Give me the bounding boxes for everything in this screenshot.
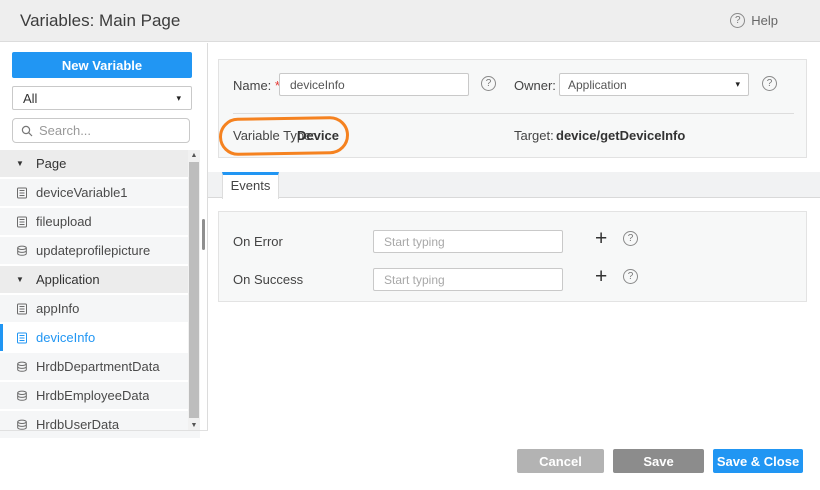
tree-section-application[interactable]: ▼ Application <box>0 266 200 293</box>
tree-item-updateprofilepicture[interactable]: updateprofilepicture <box>0 237 200 264</box>
chevron-down-icon: ▾ <box>176 93 181 104</box>
tree-item-devicevariable1[interactable]: deviceVariable1 <box>0 179 200 206</box>
tree-item-hrdbuserdata[interactable]: HrdbUserData <box>0 411 200 438</box>
filter-selected-value: All <box>23 91 37 106</box>
device-variable-icon <box>16 187 28 199</box>
tree-scrollbar[interactable]: ▲ ▼ <box>188 150 200 431</box>
name-help-icon[interactable]: ? <box>481 76 496 91</box>
tree-item-hrdbemployeedata[interactable]: HrdbEmployeeData <box>0 382 200 409</box>
tree-item-hrdbdepartmentdata[interactable]: HrdbDepartmentData <box>0 353 200 380</box>
tree-section-label: Application <box>36 272 100 287</box>
device-variable-icon <box>16 332 28 344</box>
device-variable-icon <box>16 216 28 228</box>
search-input[interactable] <box>39 123 181 138</box>
tab-events[interactable]: Events <box>222 172 279 199</box>
service-variable-icon <box>16 245 28 257</box>
page-title: Variables: Main Page <box>20 11 180 31</box>
scroll-up-icon[interactable]: ▲ <box>188 152 200 159</box>
search-icon <box>21 125 33 137</box>
tree-item-label: updateprofilepicture <box>36 243 150 258</box>
service-variable-icon <box>16 390 28 402</box>
variable-tree: ▼ Page deviceVariable1 fileupload update… <box>0 150 200 440</box>
help-button[interactable]: ? Help <box>730 13 778 28</box>
tab-bar <box>208 172 820 198</box>
owner-selected-value: Application <box>568 78 627 92</box>
scroll-down-icon[interactable]: ▼ <box>188 422 200 429</box>
service-variable-icon <box>16 419 28 431</box>
target-label: Target: <box>514 128 554 144</box>
on-error-add-button[interactable]: + <box>595 227 607 251</box>
panel-scrollbar-thumb[interactable] <box>202 219 205 250</box>
tree-item-label: deviceInfo <box>36 330 95 345</box>
cancel-button[interactable]: Cancel <box>517 449 604 473</box>
on-success-input[interactable] <box>373 268 563 291</box>
on-error-input[interactable] <box>373 230 563 253</box>
sidebar-divider <box>207 43 208 431</box>
owner-label: Owner: * <box>514 78 565 94</box>
collapse-icon: ▼ <box>16 159 28 168</box>
tree-item-label: HrdbDepartmentData <box>36 359 160 374</box>
on-error-label: On Error <box>233 234 283 250</box>
tree-item-label: HrdbEmployeeData <box>36 388 149 403</box>
tree-item-label: appInfo <box>36 301 79 316</box>
tree-section-page[interactable]: ▼ Page <box>0 150 200 177</box>
save-button[interactable]: Save <box>613 449 704 473</box>
on-success-label: On Success <box>233 272 303 288</box>
tree-item-fileupload[interactable]: fileupload <box>0 208 200 235</box>
help-label: Help <box>751 13 778 28</box>
save-and-close-button[interactable]: Save & Close <box>713 449 803 473</box>
tree-section-label: Page <box>36 156 66 171</box>
device-variable-icon <box>16 303 28 315</box>
form-divider <box>233 113 794 114</box>
name-input[interactable] <box>279 73 469 96</box>
events-panel: On Error + ? On Success + ? <box>218 211 807 302</box>
help-icon: ? <box>730 13 745 28</box>
target-value: device/getDeviceInfo <box>556 128 685 144</box>
service-variable-icon <box>16 361 28 373</box>
tree-item-deviceinfo-selected[interactable]: deviceInfo <box>0 324 200 351</box>
on-error-help-icon[interactable]: ? <box>623 231 638 246</box>
owner-select[interactable]: Application ▾ <box>559 73 749 96</box>
owner-help-icon[interactable]: ? <box>762 76 777 91</box>
on-success-add-button[interactable]: + <box>595 265 607 289</box>
new-variable-button[interactable]: New Variable <box>12 52 192 78</box>
tree-item-label: deviceVariable1 <box>36 185 128 200</box>
search-box <box>12 118 190 143</box>
tree-item-label: fileupload <box>36 214 92 229</box>
variable-filter-select[interactable]: All ▾ <box>12 86 192 110</box>
on-success-help-icon[interactable]: ? <box>623 269 638 284</box>
name-label: Name: * <box>233 78 280 94</box>
chevron-down-icon: ▾ <box>735 79 740 90</box>
tree-scrollbar-thumb[interactable] <box>189 162 199 418</box>
sidebar-bottom-border <box>0 430 208 431</box>
variable-type-value: Device <box>297 128 339 144</box>
tree-item-appinfo[interactable]: appInfo <box>0 295 200 322</box>
collapse-icon: ▼ <box>16 275 28 284</box>
variable-form-panel: Name: * ? Owner: * Application ▾ ? Varia… <box>218 59 807 158</box>
